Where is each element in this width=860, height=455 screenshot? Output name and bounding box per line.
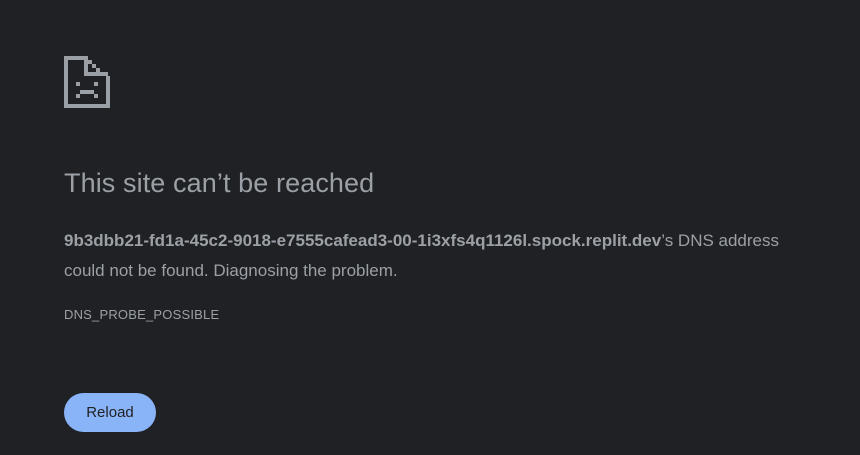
page-title: This site can’t be reached: [64, 168, 375, 198]
sad-document-icon: [64, 56, 110, 108]
reload-button[interactable]: Reload: [64, 393, 156, 432]
host-name: 9b3dbb21-fd1a-45c2-9018-e7555cafead3-00-…: [64, 231, 662, 250]
error-code: DNS_PROBE_POSSIBLE: [64, 307, 220, 322]
error-message: 9b3dbb21-fd1a-45c2-9018-e7555cafead3-00-…: [64, 226, 824, 286]
